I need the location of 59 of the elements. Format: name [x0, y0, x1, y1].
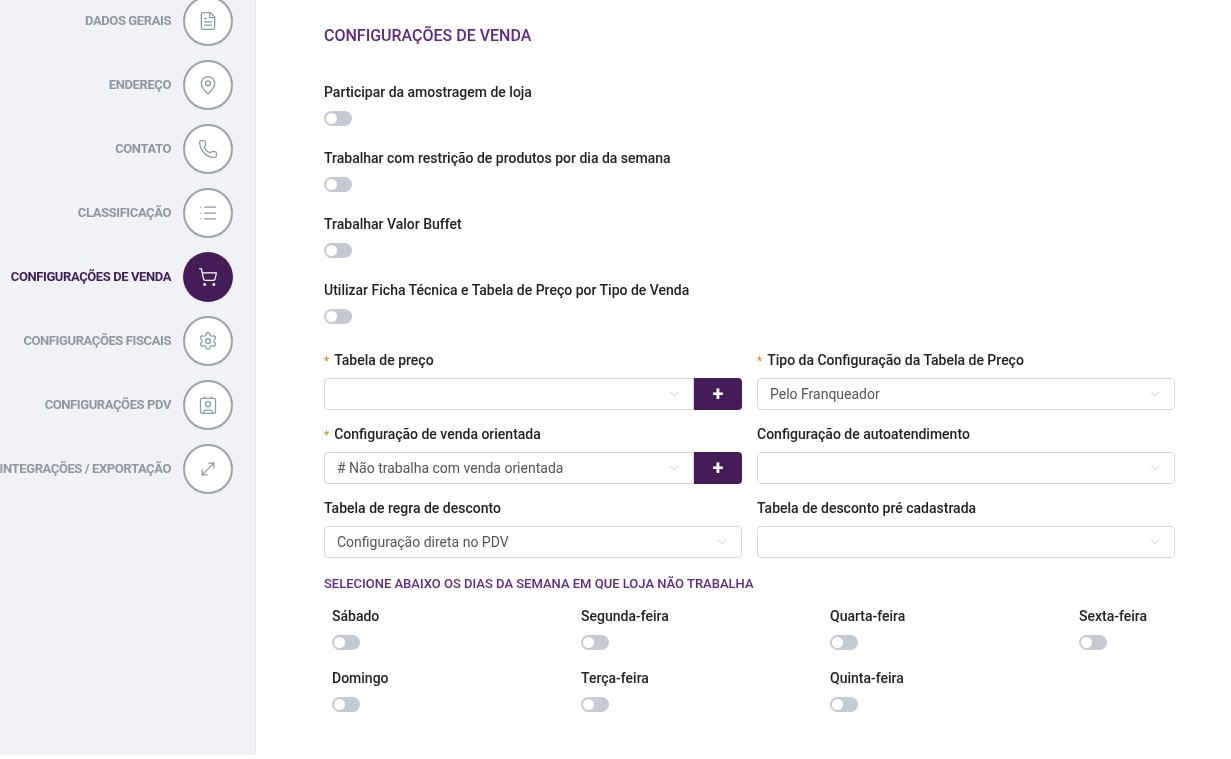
phone-icon	[198, 139, 218, 159]
toggle-switch[interactable]	[324, 243, 352, 258]
day-label: Sexta-feira	[1079, 606, 1148, 626]
switch-label: Trabalhar com restrição de produtos por dia da semana	[324, 149, 671, 168]
toggle-switch[interactable]	[581, 696, 609, 712]
toggle-switch[interactable]	[324, 309, 352, 324]
toggle-switch[interactable]	[830, 634, 858, 650]
section-title: CONFIGURAÇÕES DE VENDA	[324, 25, 533, 47]
select-field[interactable]: # Não trabalha com venda orientada	[324, 452, 694, 484]
toggle-switch[interactable]	[324, 177, 352, 192]
switch-label: Utilizar Ficha Técnica e Tabela de Preço por Tipo de Venda	[324, 281, 690, 300]
sidebar-label[interactable]: CONFIGURAÇÕES FISCAIS	[23, 331, 171, 351]
field-label: Configuração de venda orientada	[334, 425, 541, 444]
toggle-switch[interactable]	[581, 634, 609, 650]
field-label: Tabela de desconto pré cadastrada	[757, 499, 977, 518]
select-value: # Não trabalha com venda orientada	[337, 458, 564, 478]
toggle-switch[interactable]	[332, 696, 360, 712]
select-field[interactable]	[324, 378, 694, 410]
day-label: Quinta-feira	[830, 668, 904, 688]
day-label: Domingo	[332, 668, 389, 688]
sidebar-label[interactable]: CONFIGURAÇÕES PDV	[44, 395, 171, 415]
days-title: SELECIONE ABAIXO OS DIAS DA SEMANA EM QUE LOJA NÃO TRABALHA	[324, 575, 755, 593]
field-label: Tipo da Configuração da Tabela de Preço	[767, 351, 1024, 370]
required-mark: *	[324, 426, 330, 444]
toggle-switch[interactable]	[332, 634, 360, 650]
select-field[interactable]	[757, 452, 1175, 484]
field-label: Configuração de autoatendimento	[757, 425, 970, 444]
add-button[interactable]: +	[694, 378, 742, 410]
location-pin-icon	[198, 75, 218, 95]
toggle-switch[interactable]	[830, 696, 858, 712]
field-label: Tabela de regra de desconto	[324, 499, 501, 518]
sidebar-label[interactable]: CONTATO	[115, 139, 171, 159]
form-icon	[198, 11, 218, 31]
day-label: Segunda-feira	[581, 606, 669, 626]
sidebar-label[interactable]: INTEGRAÇÕES / EXPORTAÇÃO	[0, 459, 171, 479]
select-value: Configuração direta no PDV	[337, 532, 509, 552]
select-value: Pelo Franqueador	[770, 384, 880, 404]
toggle-switch[interactable]	[324, 111, 352, 126]
sidebar-label[interactable]: DADOS GERAIS	[85, 11, 171, 31]
select-field[interactable]: Pelo Franqueador	[757, 378, 1175, 410]
select-field[interactable]: Configuração direta no PDV	[324, 526, 742, 558]
switch-label: Participar da amostragem de loja	[324, 83, 532, 102]
sidebar-label[interactable]: CONFIGURAÇÕES DE VENDA	[10, 267, 171, 287]
cart-icon	[198, 267, 218, 287]
select-field[interactable]	[757, 526, 1175, 558]
sidebar-label[interactable]: ENDEREÇO	[108, 75, 171, 95]
required-mark: *	[757, 352, 763, 370]
sidebar-label[interactable]: CLASSIFICAÇÃO	[77, 203, 171, 223]
toggle-switch[interactable]	[1079, 634, 1107, 650]
settings-icon	[198, 331, 218, 351]
field-label: Tabela de preço	[334, 351, 434, 370]
switch-label: Trabalhar Valor Buffet	[324, 215, 462, 234]
day-label: Terça-feira	[581, 668, 649, 688]
day-label: Quarta-feira	[830, 606, 906, 626]
day-label: Sábado	[332, 606, 380, 626]
required-mark: *	[324, 352, 330, 370]
sidebar-step-button[interactable]	[183, 252, 233, 302]
add-button[interactable]: +	[694, 452, 742, 484]
id-card-icon	[198, 395, 218, 415]
